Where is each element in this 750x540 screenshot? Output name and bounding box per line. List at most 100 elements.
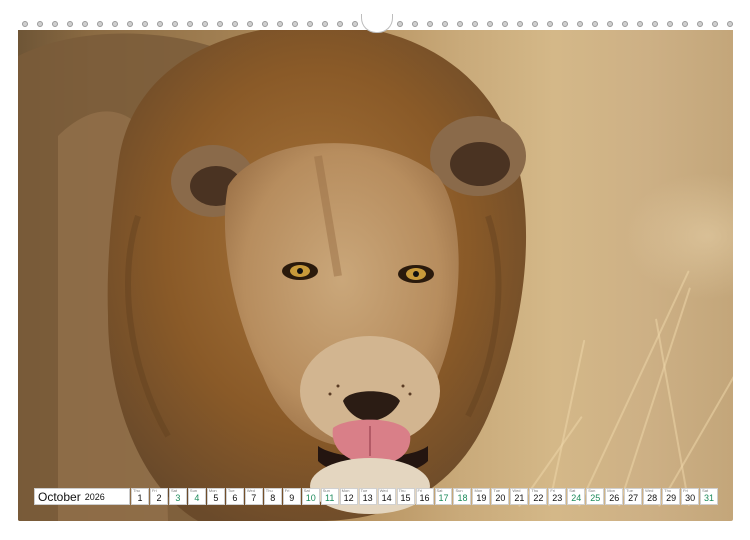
binding-hole: [52, 21, 58, 27]
binding-hole: [187, 21, 193, 27]
binding-hole: [562, 21, 568, 27]
day-cell: Wed 7: [244, 488, 263, 505]
binding-hole: [442, 21, 448, 27]
day-cell: Mon 19: [472, 488, 491, 505]
day-cell: Sun 18: [453, 488, 472, 505]
day-cell: Fri 9: [282, 488, 301, 505]
day-number: 29: [666, 493, 677, 503]
day-number: 26: [609, 493, 620, 503]
day-number: 1: [137, 493, 143, 503]
day-number: 20: [495, 493, 506, 503]
day-cell: Mon 5: [206, 488, 225, 505]
binding-hole: [292, 21, 298, 27]
day-number: 11: [325, 493, 335, 503]
day-cell: Sat 3: [168, 488, 187, 505]
month-label: October 2026: [34, 488, 130, 505]
binding-hole: [277, 21, 283, 27]
day-cell: Thu 29: [662, 488, 681, 505]
day-number: 5: [213, 493, 219, 503]
binding-hole: [262, 21, 268, 27]
binding-hole: [652, 21, 658, 27]
day-cell: Tue 6: [225, 488, 244, 505]
binding-hole: [457, 21, 463, 27]
day-cell: Thu 15: [396, 488, 415, 505]
day-number: 24: [571, 493, 582, 503]
day-cell: Sun 4: [187, 488, 206, 505]
day-cell: Sat 24: [567, 488, 586, 505]
day-cell: Thu 1: [131, 488, 149, 505]
day-cell: Sat 10: [301, 488, 320, 505]
day-cell: Wed 21: [510, 488, 529, 505]
day-number: 19: [476, 493, 487, 503]
day-cell: Fri 2: [149, 488, 168, 505]
binding-hole: [217, 21, 223, 27]
binding-hole: [247, 21, 253, 27]
binding-hole: [592, 21, 598, 27]
binding-hole: [472, 21, 478, 27]
binding-hole: [112, 21, 118, 27]
binding-hole: [667, 21, 673, 27]
day-number: 7: [251, 493, 257, 503]
day-number: 31: [704, 493, 715, 503]
binding-hole: [427, 21, 433, 27]
day-number: 4: [194, 493, 200, 503]
binding-hole: [352, 21, 358, 27]
day-number: 8: [270, 493, 276, 503]
binding-hole: [67, 21, 73, 27]
binding-hole: [22, 21, 28, 27]
day-cell: Mon 12: [339, 488, 358, 505]
day-cell: Sat 31: [700, 488, 719, 505]
binding-hole: [637, 21, 643, 27]
binding-hole: [502, 21, 508, 27]
day-cell: Fri 30: [681, 488, 700, 505]
binding-hole: [607, 21, 613, 27]
day-number: 13: [362, 493, 373, 503]
year-label: 2026: [84, 491, 105, 502]
day-cells: Thu 1 Fri 2 Sat 3 Sun 4 Mon 5 Tue 6 Wed 7 Thu 8 Fri 9 Sat 1…: [131, 488, 719, 505]
month-name: October: [38, 489, 81, 504]
binding-hole: [307, 21, 313, 27]
binding-hole: [577, 21, 583, 27]
binding-hole: [157, 21, 163, 27]
binding-hole: [397, 21, 403, 27]
day-cell: Sat 17: [434, 488, 453, 505]
day-number: 21: [514, 493, 525, 503]
binding-hole: [487, 21, 493, 27]
day-number: 14: [381, 493, 392, 503]
calendar-strip: October 2026 Thu 1 Fri 2 Sat 3 Sun 4 Mon 5 Tue 6 Wed…: [34, 488, 719, 505]
binding-hole: [97, 21, 103, 27]
day-cell: Thu 22: [529, 488, 548, 505]
binding-hole: [172, 21, 178, 27]
day-cell: Fri 23: [548, 488, 567, 505]
calendar-page: [18, 16, 733, 521]
day-number: 10: [305, 493, 316, 503]
day-cell: Wed 14: [377, 488, 396, 505]
binding-hole: [202, 21, 208, 27]
day-number: 18: [457, 493, 468, 503]
day-number: 27: [628, 493, 639, 503]
day-cell: Thu 8: [263, 488, 282, 505]
day-number: 23: [552, 493, 563, 503]
binding-hole: [82, 21, 88, 27]
day-number: 15: [400, 493, 411, 503]
binding-hole: [712, 21, 718, 27]
day-cell: Sun 11: [320, 488, 339, 505]
binding-hole: [682, 21, 688, 27]
binding-hole: [322, 21, 328, 27]
day-number: 22: [533, 493, 544, 503]
day-number: 28: [647, 493, 658, 503]
binding-hole: [697, 21, 703, 27]
day-cell: Wed 28: [643, 488, 662, 505]
binding-hole: [517, 21, 523, 27]
day-cell: Tue 13: [358, 488, 377, 505]
day-cell: Tue 27: [624, 488, 643, 505]
binding-hole: [337, 21, 343, 27]
binding-hole: [532, 21, 538, 27]
day-cell: Mon 26: [605, 488, 624, 505]
binding-hole: [547, 21, 553, 27]
day-number: 30: [685, 493, 696, 503]
binding-hole: [622, 21, 628, 27]
day-number: 6: [232, 493, 238, 503]
day-number: 17: [438, 493, 449, 503]
binding-hole: [727, 21, 733, 27]
